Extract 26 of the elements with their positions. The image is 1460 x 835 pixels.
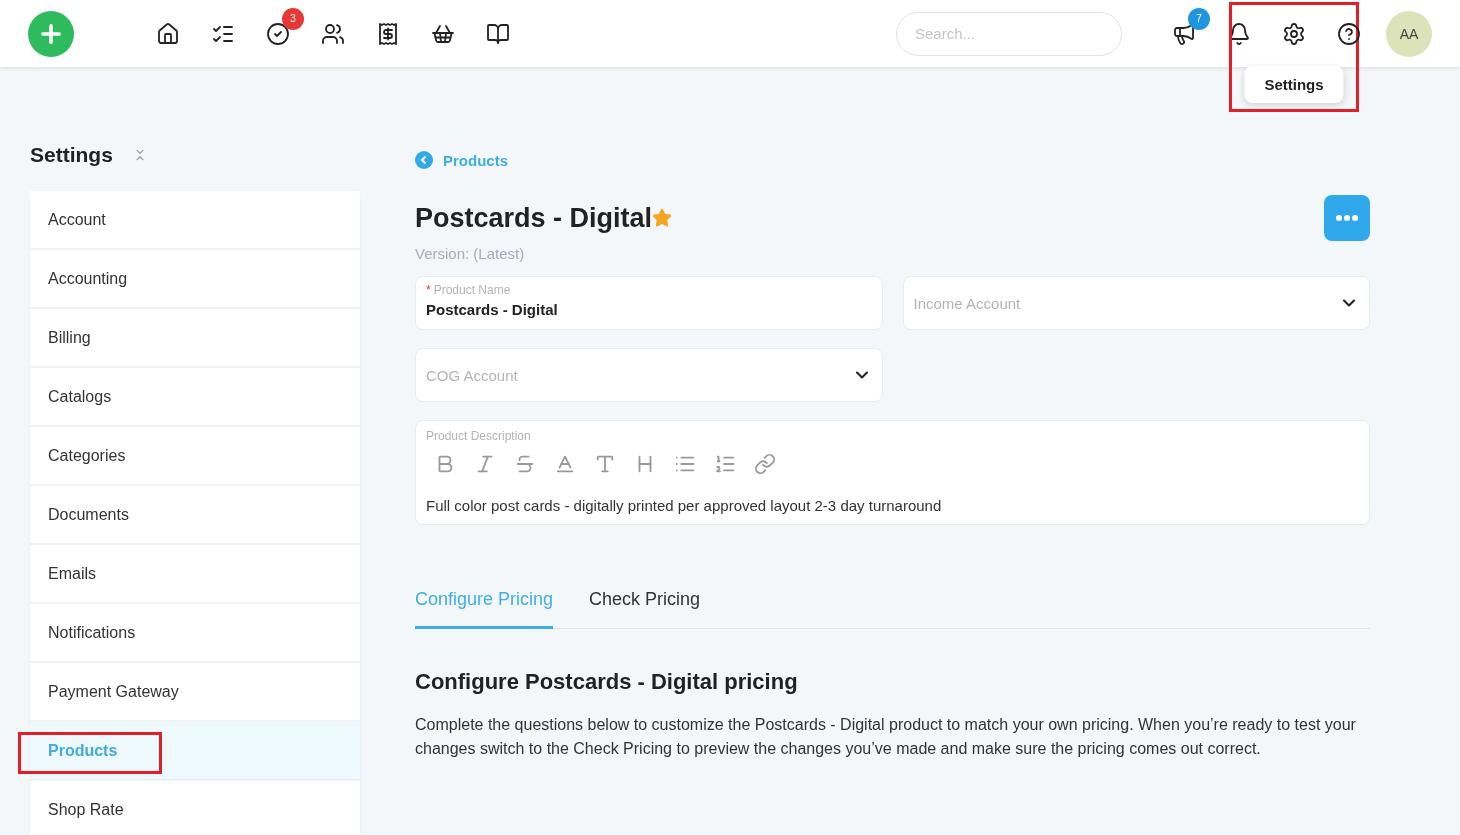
product-name-field[interactable]: * Product Name Postcards - Digital <box>415 276 883 330</box>
field-label: * Product Name <box>426 283 512 297</box>
tab[interactable]: Check Pricing <box>589 589 701 629</box>
menu-item[interactable]: Payment Gateway <box>30 663 360 722</box>
search-field[interactable]: Search... <box>896 11 1122 56</box>
menu-item[interactable]: Billing <box>30 309 360 368</box>
avatar[interactable]: AA <box>1386 10 1432 57</box>
field-label: Product Description <box>426 429 532 443</box>
menu-item[interactable]: Emails <box>30 545 360 604</box>
section-title: Configure Postcards - Digital pricing <box>415 669 799 695</box>
menu-item[interactable]: Accounting <box>30 250 360 309</box>
section-description: Complete the questions below to customize the Postcards - Digital product to match your own pricing. When you’re ready to test your changes switch to the Check Pricing to preview the changes you’ve made and make sure the pricing comes out correct. <box>415 715 1357 759</box>
page-title: Postcards - Digital <box>415 202 653 234</box>
menu-item[interactable]: Account <box>30 191 360 250</box>
field-value: Postcards - Digital <box>426 301 559 318</box>
menu-item[interactable]: Documents <box>30 486 360 545</box>
tooltip: Settings <box>1244 65 1344 103</box>
count-badge: 3 <box>282 7 304 30</box>
version-text: Version: (Latest) <box>415 245 526 262</box>
menu-item[interactable]: Categories <box>30 427 360 486</box>
menu-item[interactable]: Shop Rate <box>30 781 360 835</box>
menu-item[interactable]: Notifications <box>30 604 360 663</box>
description-text[interactable]: Full color post cards - digitally printed per approved layout 2-3 day turnaround <box>426 497 1359 514</box>
menu-item[interactable]: Catalogs <box>30 368 360 427</box>
count-badge: 7 <box>1188 7 1210 30</box>
sidebar-title: Settings <box>30 143 113 167</box>
